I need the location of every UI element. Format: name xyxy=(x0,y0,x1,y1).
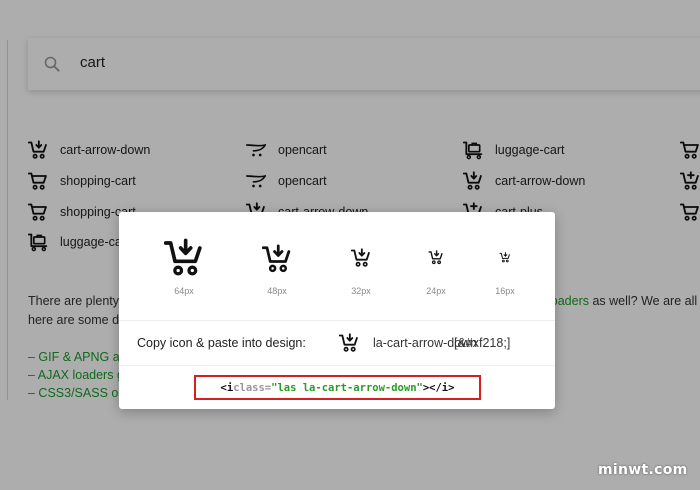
snippet-value: "las la-cart-arrow-down" xyxy=(271,381,423,394)
size-preview-16[interactable]: 16px xyxy=(465,212,545,320)
cart-arrow-down-icon xyxy=(500,252,511,263)
size-label: 24px xyxy=(426,286,446,296)
copy-label: Copy icon & paste into design: xyxy=(137,336,306,350)
size-preview-row: 64px 48px 32px 24px 16px xyxy=(119,212,555,320)
watermark: minwt.com xyxy=(598,462,688,478)
size-preview-24[interactable]: 24px xyxy=(396,212,476,320)
cart-arrow-down-icon xyxy=(429,250,444,265)
cart-arrow-down-icon xyxy=(164,238,204,278)
copy-icon-row: Copy icon & paste into design: la-cart-a… xyxy=(119,320,555,366)
size-label: 16px xyxy=(495,286,515,296)
size-label: 48px xyxy=(267,286,287,296)
snippet-open-tag: <i xyxy=(220,381,234,394)
size-preview-32[interactable]: 32px xyxy=(321,212,401,320)
cart-arrow-down-icon xyxy=(262,244,292,274)
size-preview-64[interactable]: 64px xyxy=(144,212,224,320)
cart-arrow-down-icon xyxy=(351,248,371,268)
cart-arrow-down-icon[interactable] xyxy=(339,333,359,353)
size-label: 32px xyxy=(351,286,371,296)
icon-detail-modal: 64px 48px 32px 24px 16px Copy icon & pas… xyxy=(119,212,555,409)
size-preview-48[interactable]: 48px xyxy=(237,212,317,320)
snippet-attr: class= xyxy=(233,381,272,394)
snippet-close-tag: ></i> xyxy=(422,381,455,394)
size-label: 64px xyxy=(174,286,194,296)
html-snippet[interactable]: <i class= "las la-cart-arrow-down" ></i> xyxy=(194,375,481,400)
icon-unicode[interactable]: [&#xf218;] xyxy=(454,336,510,350)
